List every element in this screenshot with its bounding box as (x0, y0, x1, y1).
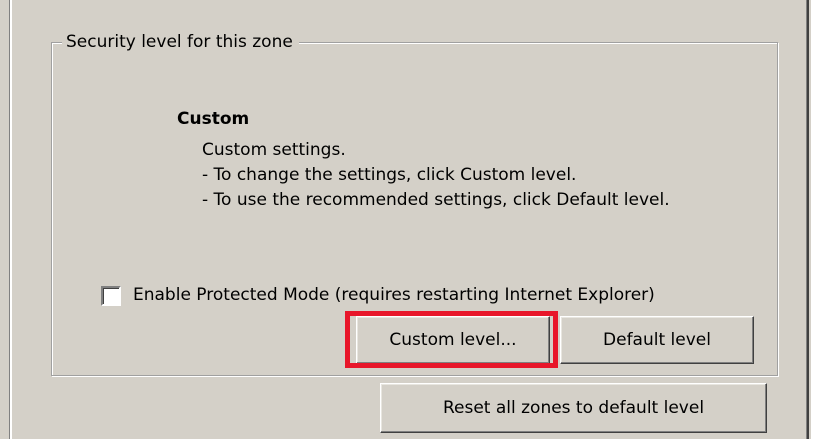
window-frame-right-edge (811, 0, 816, 439)
highlight-box (345, 311, 558, 368)
groupbox-label: Security level for this zone (62, 31, 299, 53)
security-level-title: Custom (177, 109, 250, 129)
protected-mode-checkbox[interactable] (101, 286, 121, 306)
level-description-line-1: Custom settings. (202, 140, 346, 160)
level-description-line-3: - To use the recommended settings, click… (202, 190, 670, 210)
protected-mode-label[interactable]: Enable Protected Mode (requires restarti… (133, 284, 655, 306)
window-frame-left (9, 0, 12, 439)
default-level-button[interactable]: Default level (560, 316, 754, 364)
security-settings-panel: Security level for this zone Custom Cust… (0, 0, 816, 439)
window-frame-right (806, 0, 809, 439)
reset-all-zones-button[interactable]: Reset all zones to default level (380, 383, 767, 433)
level-description-line-2: - To change the settings, click Custom l… (202, 165, 577, 185)
